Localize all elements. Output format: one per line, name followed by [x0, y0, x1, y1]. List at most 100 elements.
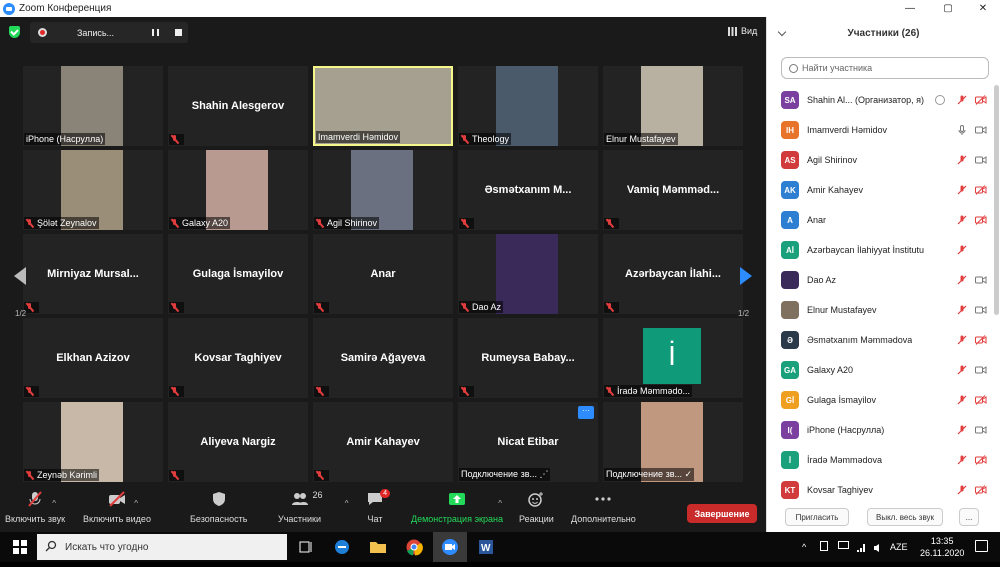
video-tile[interactable]: Kovsar Taghiyev: [168, 318, 308, 398]
windows-start-icon[interactable]: [11, 538, 29, 556]
video-tile[interactable]: Mirniyaz Mursal...: [23, 234, 163, 314]
mic-muted-icon[interactable]: [957, 215, 967, 225]
participant-row[interactable]: KT Kovsar Taghiyev: [767, 475, 993, 505]
volume-icon[interactable]: [873, 540, 883, 552]
mic-muted-icon[interactable]: [957, 95, 967, 105]
minimize-button[interactable]: —: [895, 0, 925, 17]
mic-muted-icon[interactable]: [957, 365, 967, 375]
video-tile[interactable]: İ İradə Məmmədo...: [603, 318, 743, 398]
participant-row[interactable]: Ə Əsmətxanım Məmmədova: [767, 325, 993, 355]
mic-muted-icon[interactable]: [957, 455, 967, 465]
chat-button[interactable]: 4 Чат: [366, 482, 390, 532]
camera-on-icon[interactable]: [975, 125, 987, 135]
edge-browser-icon[interactable]: [333, 538, 351, 556]
camera-off-icon[interactable]: [975, 485, 987, 495]
start-video-button[interactable]: ^ Включить видео: [83, 482, 151, 532]
participant-row[interactable]: A Anar: [767, 205, 993, 235]
share-screen-button[interactable]: ^ Демонстрация экрана: [411, 482, 503, 532]
prev-page-arrow-icon[interactable]: [14, 267, 26, 285]
video-tile[interactable]: Imamverdi Həmidov: [313, 66, 453, 146]
close-button[interactable]: ✕: [968, 0, 998, 17]
zoom-taskbar-icon[interactable]: [433, 532, 467, 562]
participant-row[interactable]: AK Amir Kahayev: [767, 175, 993, 205]
participant-row[interactable]: SA Shahin Al... (Организатор, я): [767, 85, 993, 115]
chrome-browser-icon[interactable]: [405, 538, 423, 556]
camera-off-icon[interactable]: [975, 395, 987, 405]
video-tile[interactable]: Agil Shirinov: [313, 150, 453, 230]
mic-muted-icon[interactable]: [957, 395, 967, 405]
word-icon[interactable]: W: [477, 538, 495, 556]
camera-on-icon[interactable]: [975, 365, 987, 375]
video-tile[interactable]: Vamiq Məmməd...: [603, 150, 743, 230]
taskbar-search-input[interactable]: Искать что угодно: [37, 534, 287, 560]
video-tile[interactable]: Amir Kahayev: [313, 402, 453, 482]
maximize-button[interactable]: ▢: [933, 0, 963, 17]
participant-row[interactable]: AS Agil Shirinov: [767, 145, 993, 175]
video-tile[interactable]: Samirə Ağayeva: [313, 318, 453, 398]
video-tile[interactable]: Anar: [313, 234, 453, 314]
security-button[interactable]: Безопасность: [190, 482, 247, 532]
tray-device-icon[interactable]: [820, 541, 828, 551]
system-clock[interactable]: 13:35 26.11.2020: [920, 535, 964, 559]
input-language[interactable]: AZE: [890, 542, 908, 552]
mic-muted-icon[interactable]: [957, 335, 967, 345]
mic-muted-icon[interactable]: [957, 275, 967, 285]
stop-recording-button[interactable]: [175, 29, 182, 36]
participant-row[interactable]: Dao Az: [767, 265, 993, 295]
mute-all-button[interactable]: Выкл. весь звук: [867, 508, 943, 526]
camera-on-icon[interactable]: [975, 305, 987, 315]
video-tile[interactable]: Şölət Zeynalov: [23, 150, 163, 230]
mic-muted-icon[interactable]: [957, 245, 967, 255]
mic-muted-icon[interactable]: [957, 485, 967, 495]
tile-options-button[interactable]: ···: [578, 406, 594, 419]
participant-row[interactable]: İ İradə Məmmədova: [767, 445, 993, 475]
camera-on-icon[interactable]: [975, 155, 987, 165]
tray-chevron-icon[interactable]: ^: [802, 542, 806, 552]
video-tile[interactable]: Elnur Mustafayev: [603, 66, 743, 146]
participant-row[interactable]: I(iPhone (Насрулла): [767, 415, 993, 445]
camera-off-icon[interactable]: [975, 185, 987, 195]
video-tile[interactable]: Zeynəb Kərimli: [23, 402, 163, 482]
panel-more-button[interactable]: ...: [959, 508, 979, 526]
video-tile[interactable]: Dao Az: [458, 234, 598, 314]
video-tile[interactable]: Gulaga İsmayilov: [168, 234, 308, 314]
encryption-shield-icon[interactable]: [9, 26, 20, 38]
participant-row[interactable]: Aİ Azərbaycan İlahiyyat İnstitutu: [767, 235, 993, 265]
collapse-chevron-icon[interactable]: [777, 27, 787, 37]
battery-icon[interactable]: [838, 541, 849, 549]
participant-row[interactable]: GA Galaxy A20: [767, 355, 993, 385]
unmute-audio-button[interactable]: ^ Включить звук: [5, 482, 65, 532]
video-tile[interactable]: Elkhan Azizov: [23, 318, 163, 398]
video-tile[interactable]: Shahin Alesgerov: [168, 66, 308, 146]
participant-list-scrollbar[interactable]: [994, 85, 999, 315]
video-tile[interactable]: Nicat Etibar Подключение зв... ⋰ ···: [458, 402, 598, 482]
mic-on-icon[interactable]: [957, 125, 967, 135]
mic-muted-icon[interactable]: [957, 155, 967, 165]
view-button[interactable]: Вид: [728, 26, 757, 36]
video-tile[interactable]: Galaxy A20: [168, 150, 308, 230]
camera-off-icon[interactable]: [975, 335, 987, 345]
video-tile[interactable]: Подключение зв... ✓: [603, 402, 743, 482]
mic-muted-icon[interactable]: [957, 305, 967, 315]
camera-off-icon[interactable]: [975, 215, 987, 225]
participants-button[interactable]: 26 ^ Участники: [278, 482, 349, 532]
more-button[interactable]: Дополнительно: [571, 482, 636, 532]
camera-on-icon[interactable]: [975, 275, 987, 285]
participant-row[interactable]: Elnur Mustafayev: [767, 295, 993, 325]
notifications-icon[interactable]: [975, 540, 988, 552]
video-tile[interactable]: Rumeysa Babay...: [458, 318, 598, 398]
participant-row[interactable]: IH Imamverdi Həmidov: [767, 115, 993, 145]
network-icon[interactable]: [856, 540, 866, 552]
task-view-icon[interactable]: [297, 538, 315, 556]
camera-off-icon[interactable]: [975, 95, 987, 105]
video-tile[interactable]: Aliyeva Nargiz: [168, 402, 308, 482]
camera-off-icon[interactable]: [975, 455, 987, 465]
camera-on-icon[interactable]: [975, 425, 987, 435]
video-tile[interactable]: Əsmətxanım M...: [458, 150, 598, 230]
invite-button[interactable]: Пригласить: [785, 508, 849, 526]
video-tile[interactable]: Theology: [458, 66, 598, 146]
participant-search-input[interactable]: Найти участника: [781, 57, 989, 79]
pause-recording-button[interactable]: [152, 29, 159, 36]
mic-muted-icon[interactable]: [957, 185, 967, 195]
file-explorer-icon[interactable]: [369, 538, 387, 556]
